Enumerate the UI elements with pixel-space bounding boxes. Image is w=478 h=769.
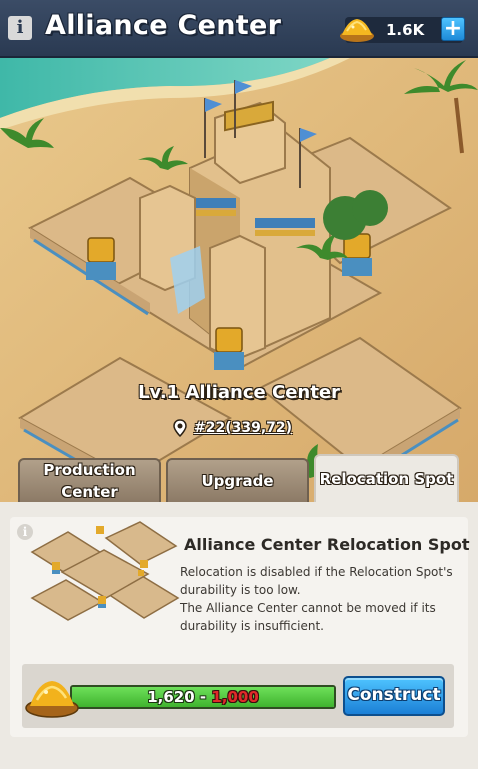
panel-title: Alliance Center Relocation Spot xyxy=(184,535,470,554)
tab-label: Upgrade xyxy=(201,472,274,490)
tab-production-center[interactable]: Production Center xyxy=(18,458,161,502)
gold-amount: 1.6K xyxy=(386,21,425,39)
info-icon[interactable]: i xyxy=(8,16,32,40)
relocation-spot-image xyxy=(30,521,180,621)
tab-relocation-spot[interactable]: Relocation Spot xyxy=(314,454,459,502)
tab-label: Production Center xyxy=(43,461,136,501)
cost-current: 1,620 xyxy=(147,688,195,706)
top-bar: i Alliance Center 1.6K + xyxy=(0,0,478,58)
gold-pile-icon xyxy=(340,19,374,42)
page-title: Alliance Center xyxy=(45,10,282,41)
location-pin-icon xyxy=(173,419,187,437)
coordinates-text: #22(339,72) xyxy=(194,420,293,436)
building-coordinates[interactable]: #22(339,72) xyxy=(172,417,292,439)
cost-required: 1,000 xyxy=(211,688,259,706)
description-line: The Alliance Center cannot be moved if i… xyxy=(180,601,436,633)
construct-button[interactable]: Construct xyxy=(343,676,445,716)
tab-upgrade[interactable]: Upgrade xyxy=(166,458,309,502)
cost-separator: - xyxy=(194,688,212,706)
cost-text: 1,620 - 1,000 xyxy=(70,688,336,706)
tab-label: Relocation Spot xyxy=(319,470,454,488)
panel-description: Relocation is disabled if the Relocation… xyxy=(180,563,465,635)
building-name: Lv.1 Alliance Center xyxy=(138,382,340,403)
description-line: Relocation is disabled if the Relocation… xyxy=(180,565,453,597)
add-gold-button[interactable]: + xyxy=(441,17,465,41)
